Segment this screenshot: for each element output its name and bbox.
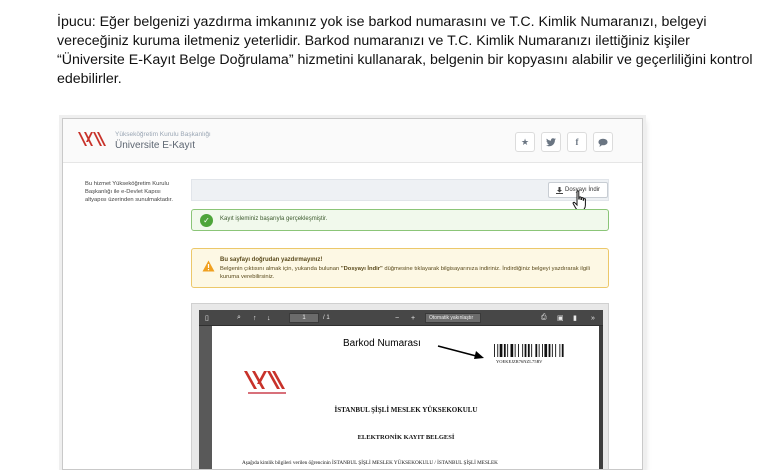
document-title: ELEKTRONİK KAYIT BELGESİ: [357, 434, 455, 441]
browser-screenshot: Yükseköğretim Kurulu Başkanlığı Üniversi…: [62, 118, 643, 470]
barcode-number: YOEKEJZR76NZL75RV: [496, 359, 543, 364]
pdf-viewer: ▯ ⌕ ↑ ↓ 1 / 1 − + Otomatik yakınlaştır ⎙…: [191, 303, 609, 469]
zoom-select[interactable]: Otomatik yakınlaştır: [425, 313, 481, 323]
page-total: / 1: [323, 315, 330, 321]
print-icon[interactable]: ⎙: [541, 310, 547, 326]
yok-logo: [78, 132, 106, 146]
warning-body: Belgenin çıktısını almak için, yukarıda …: [220, 266, 590, 280]
previous-page-icon[interactable]: ↑: [253, 310, 257, 326]
facebook-icon[interactable]: f: [567, 132, 587, 152]
org-name: Yükseköğretim Kurulu Başkanlığı: [115, 131, 211, 138]
warning-icon: [202, 260, 215, 272]
success-message: Kayıt işleminiz başarıyla gerçekleşmişti…: [220, 216, 328, 222]
check-icon: ✓: [200, 214, 213, 227]
save-icon[interactable]: ▣: [557, 310, 564, 326]
pdf-scrollbar[interactable]: [599, 326, 603, 469]
bookmark-icon[interactable]: ▮: [573, 310, 577, 326]
download-icon: [555, 186, 563, 194]
pdf-toolbar: ▯ ⌕ ↑ ↓ 1 / 1 − + Otomatik yakınlaştır ⎙…: [199, 310, 603, 326]
barcode-annotation-label: Barkod Numarası: [343, 338, 421, 349]
page-number-input[interactable]: 1: [289, 313, 319, 323]
success-alert: ✓ Kayıt işleminiz başarıyla gerçekleşmiş…: [191, 209, 609, 231]
twitter-icon[interactable]: [541, 132, 561, 152]
zoom-in-icon[interactable]: +: [411, 310, 415, 326]
next-page-icon[interactable]: ↓: [267, 310, 271, 326]
pdf-search-icon[interactable]: ⌕: [237, 310, 241, 326]
zoom-out-icon[interactable]: −: [395, 310, 399, 326]
star-icon[interactable]: ★: [515, 132, 535, 152]
intro-paragraph: İpucu: Eğer belgenizi yazdırma imkanınız…: [57, 14, 753, 87]
action-toolbar: [191, 179, 609, 201]
barcode-graphic: [494, 344, 564, 357]
document-school-name: İSTANBUL ŞİŞLİ MESLEK YÜKSEKOKULU: [334, 406, 478, 414]
warning-title: Bu sayfayı doğrudan yazdırmayınız!: [220, 257, 323, 263]
site-header: Yükseköğretim Kurulu Başkanlığı Üniversi…: [63, 119, 642, 163]
document-yok-logo: [244, 371, 286, 394]
comment-icon[interactable]: [593, 132, 613, 152]
sidebar-toggle-icon[interactable]: ▯: [205, 310, 209, 326]
tools-icon[interactable]: »: [591, 310, 595, 326]
document-paragraph: Aşağıda kimlik bilgileri verilen öğrenci…: [242, 460, 498, 466]
sidebar-info: Bu hizmet Yükseköğretim Kurulu Başkanlığ…: [85, 181, 173, 203]
warning-alert: Bu sayfayı doğrudan yazdırmayınız! Belge…: [191, 248, 609, 288]
app-name: Üniversite E-Kayıt: [115, 140, 196, 151]
